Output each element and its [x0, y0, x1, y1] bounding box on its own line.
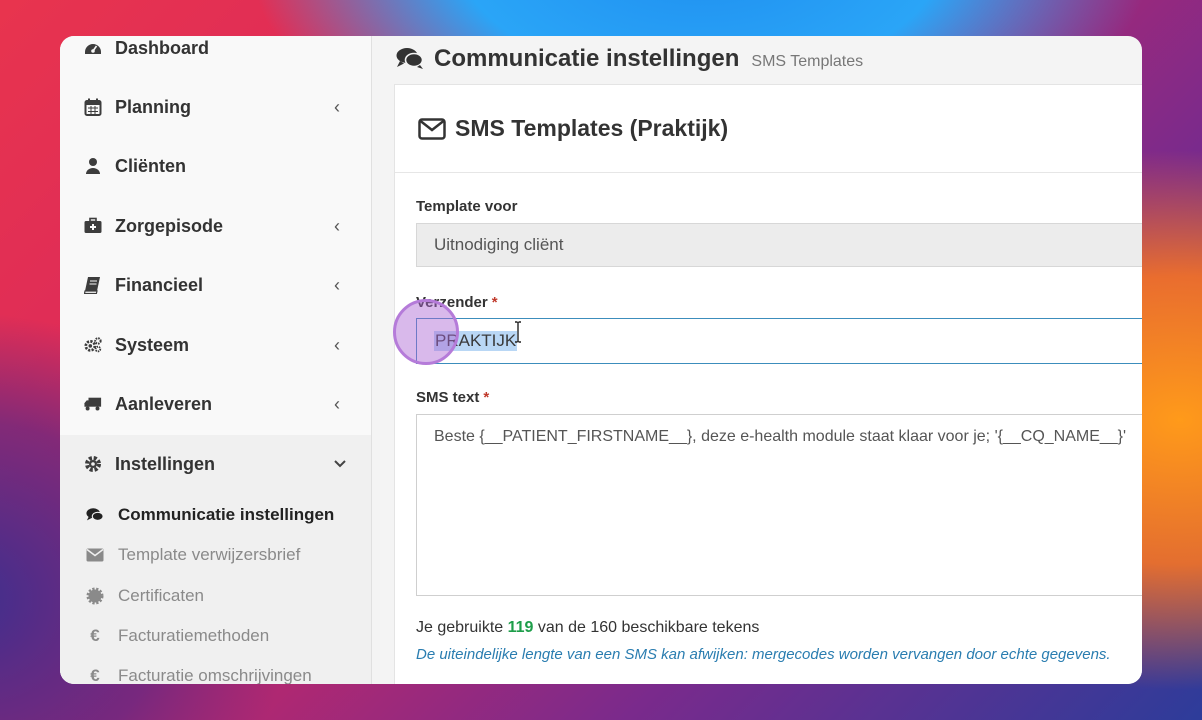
required-marker: *	[483, 389, 490, 406]
chevron-left-icon: ‹	[334, 215, 340, 236]
sidebar-item-label: Dashboard	[115, 37, 210, 58]
sidebar-item-label: Zorgepisode	[115, 215, 224, 236]
page-subtitle: SMS Templates	[751, 53, 864, 70]
characters-used: 119	[507, 619, 534, 636]
sidebar-item-clienten[interactable]: Cliënten	[60, 140, 371, 192]
character-counter: Je gebruikte 119 van de 160 beschikbare …	[416, 619, 760, 636]
card-title: SMS Templates (Praktijk)	[455, 115, 729, 141]
sidebar-item-label: Instellingen	[115, 453, 216, 474]
sms-text-value: Beste {__PATIENT_FIRSTNAME__}, deze e-he…	[434, 428, 1127, 445]
chevron-left-icon: ‹	[334, 393, 340, 414]
sidebar-item-zorgepisode[interactable]: Zorgepisode ‹	[60, 200, 371, 252]
sidebar-item-label: Planning	[115, 96, 191, 117]
card-header: SMS Templates (Praktijk)	[395, 85, 1142, 173]
medkit-icon	[84, 217, 102, 235]
verzender-selected-text: PRAKTIJK	[434, 331, 518, 351]
verzender-input[interactable]: PRAKTIJK	[416, 318, 1142, 364]
sms-text-textarea[interactable]: Beste {__PATIENT_FIRSTNAME__}, deze e-he…	[416, 414, 1142, 596]
calendar-icon	[84, 98, 102, 116]
sidebar-subitem-facturatie-omschrijvingen[interactable]: € Facturatie omschrijvingen	[60, 656, 371, 684]
template-voor-select[interactable]: Uitnodiging cliënt	[416, 223, 1142, 267]
sidebar-item-label: Financieel	[115, 274, 204, 295]
sidebar-item-label: Systeem	[115, 334, 190, 355]
sidebar-subitem-label: Communicatie instellingen	[118, 505, 335, 524]
verzender-label: Verzender *	[416, 294, 498, 311]
sidebar-subitem-label: Template verwijzersbrief	[118, 545, 301, 564]
main-content: Communicatie instellingen SMS Templates …	[372, 36, 1142, 684]
envelope-icon	[86, 546, 104, 564]
gear-icon	[84, 455, 102, 473]
chevron-left-icon: ‹	[334, 334, 340, 355]
sidebar-subitem-facturatiemethoden[interactable]: € Facturatiemethoden	[60, 616, 371, 656]
sidebar-subitem-certificaten[interactable]: Certificaten	[60, 576, 371, 616]
chevron-down-icon	[334, 455, 346, 473]
sidebar-subitem-label: Certificaten	[118, 586, 204, 605]
template-voor-label: Template voor	[416, 198, 518, 215]
envelope-icon	[418, 117, 446, 140]
page-header: Communicatie instellingen SMS Templates	[396, 39, 863, 79]
cogs-icon	[84, 336, 102, 354]
dashboard-icon	[84, 39, 102, 57]
sidebar-item-planning[interactable]: Planning ‹	[60, 81, 371, 133]
sidebar-item-label: Cliënten	[115, 155, 187, 176]
euro-icon: €	[90, 666, 100, 684]
euro-icon: €	[90, 626, 100, 645]
sidebar-item-financieel[interactable]: Financieel ‹	[60, 259, 371, 311]
length-hint: De uiteindelijke lengte van een SMS kan …	[416, 646, 1111, 663]
chevron-left-icon: ‹	[334, 96, 340, 117]
page-title: Communicatie instellingen	[434, 45, 740, 72]
sidebar: Dashboard Planning ‹ Cliënten Zorgepisod…	[60, 36, 372, 684]
app-window: Dashboard Planning ‹ Cliënten Zorgepisod…	[60, 36, 1142, 684]
sidebar-subitem-label: Facturatie omschrijvingen	[118, 666, 312, 684]
required-marker: *	[491, 294, 498, 311]
chevron-left-icon: ‹	[334, 274, 340, 295]
template-voor-value: Uitnodiging cliënt	[434, 235, 564, 254]
sidebar-item-instellingen[interactable]: Instellingen	[60, 438, 371, 490]
comments-icon	[396, 47, 424, 71]
text-cursor-icon	[513, 321, 523, 343]
sidebar-item-label: Aanleveren	[115, 393, 213, 414]
certificate-icon	[86, 587, 104, 605]
user-icon	[84, 157, 102, 175]
sms-text-label: SMS text *	[416, 389, 490, 406]
sidebar-subitem-communicatie-instellingen[interactable]: Communicatie instellingen	[60, 495, 371, 535]
sidebar-item-dashboard[interactable]: Dashboard	[60, 36, 371, 74]
sidebar-item-systeem[interactable]: Systeem ‹	[60, 319, 371, 371]
sidebar-item-aanleveren[interactable]: Aanleveren ‹	[60, 378, 371, 430]
sms-templates-card: SMS Templates (Praktijk) Template voor U…	[394, 84, 1142, 684]
sidebar-subitem-template-verwijzersbrief[interactable]: Template verwijzersbrief	[60, 535, 371, 575]
comments-icon	[86, 506, 104, 524]
sidebar-subitem-label: Facturatiemethoden	[118, 626, 270, 645]
book-icon	[84, 276, 102, 294]
truck-icon	[84, 395, 102, 413]
